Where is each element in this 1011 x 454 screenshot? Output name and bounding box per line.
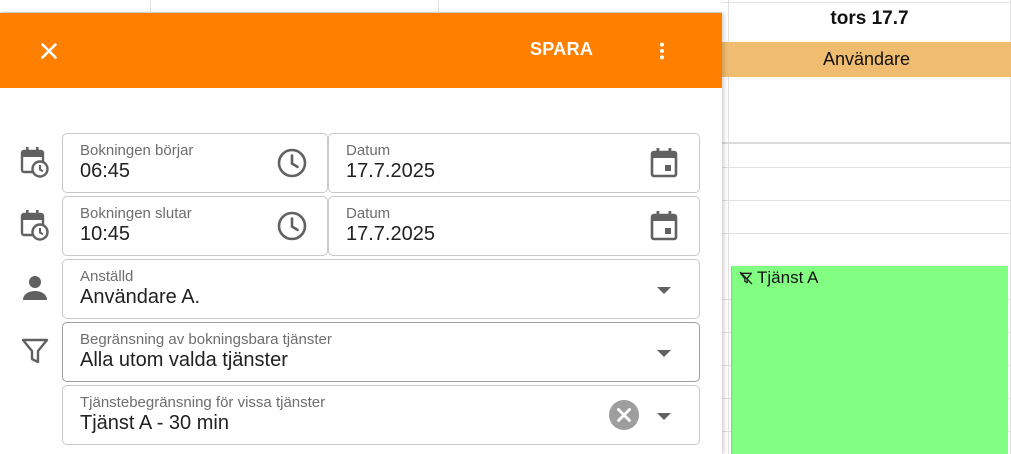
employee-value: Användare A. bbox=[80, 286, 201, 308]
end-date-value: 17.7.2025 bbox=[346, 223, 435, 245]
grid-line bbox=[438, 0, 439, 13]
person-icon bbox=[23, 276, 47, 300]
calendar-clock-icon bbox=[20, 210, 49, 241]
start-time-field[interactable]: Bokningen börjar 06:45 bbox=[62, 133, 328, 193]
start-time-label: Bokningen börjar bbox=[80, 142, 194, 159]
more-vert-icon[interactable] bbox=[651, 38, 673, 64]
start-date-field[interactable]: Datum 17.7.2025 bbox=[328, 133, 700, 193]
start-date-label: Datum bbox=[346, 142, 391, 159]
employee-label: Anställd bbox=[80, 268, 134, 285]
save-button[interactable]: SPARA bbox=[530, 39, 593, 63]
restriction-select[interactable]: Begränsning av bokningsbara tjänster All… bbox=[62, 322, 700, 382]
end-date-field[interactable]: Datum 17.7.2025 bbox=[328, 196, 700, 256]
calendar-background-strip bbox=[0, 0, 722, 13]
clock-icon[interactable] bbox=[275, 209, 309, 243]
employee-select[interactable]: Anställd Användare A. bbox=[62, 259, 700, 319]
end-date-label: Datum bbox=[346, 205, 391, 222]
grid-line bbox=[722, 142, 1011, 144]
calendar-clock-icon bbox=[20, 147, 49, 178]
grid-line bbox=[722, 233, 1011, 234]
calendar-day-column: tors 17.7 Användare Tjänst A bbox=[722, 0, 1011, 454]
start-date-value: 17.7.2025 bbox=[346, 160, 435, 182]
close-icon[interactable] bbox=[36, 38, 62, 64]
filter-icon bbox=[21, 338, 49, 364]
booking-dialog: SPARA Bokningen börjar 06:45 Datum 17.7.… bbox=[0, 13, 722, 454]
filter-off-icon bbox=[739, 271, 753, 285]
restriction-label: Begränsning av bokningsbara tjänster bbox=[80, 331, 332, 348]
services-value: Tjänst A - 30 min bbox=[80, 412, 229, 434]
grid-line bbox=[150, 0, 151, 13]
clock-icon[interactable] bbox=[275, 146, 309, 180]
services-select[interactable]: Tjänstebegränsning för vissa tjänster Tj… bbox=[62, 385, 700, 445]
start-time-value: 06:45 bbox=[80, 160, 131, 182]
day-header[interactable]: tors 17.7 bbox=[728, 8, 1011, 30]
calendar-icon[interactable] bbox=[647, 146, 681, 180]
end-time-value: 10:45 bbox=[80, 223, 131, 245]
arrow-drop-down-icon[interactable] bbox=[652, 341, 676, 365]
resource-header[interactable]: Användare bbox=[722, 42, 1011, 77]
dialog-toolbar: SPARA bbox=[0, 13, 722, 88]
restriction-value: Alla utom valda tjänster bbox=[80, 349, 288, 371]
arrow-drop-down-icon[interactable] bbox=[652, 278, 676, 302]
calendar-icon[interactable] bbox=[647, 209, 681, 243]
clear-icon[interactable] bbox=[608, 399, 640, 431]
grid-line bbox=[722, 200, 1011, 201]
services-label: Tjänstebegränsning för vissa tjänster bbox=[80, 394, 326, 411]
end-time-field[interactable]: Bokningen slutar 10:45 bbox=[62, 196, 328, 256]
grid-line bbox=[722, 167, 1011, 168]
event-title: Tjänst A bbox=[757, 268, 819, 287]
end-time-label: Bokningen slutar bbox=[80, 205, 192, 222]
arrow-drop-down-icon[interactable] bbox=[652, 404, 676, 428]
grid-line bbox=[722, 2, 1011, 3]
calendar-event[interactable]: Tjänst A bbox=[731, 266, 1008, 454]
